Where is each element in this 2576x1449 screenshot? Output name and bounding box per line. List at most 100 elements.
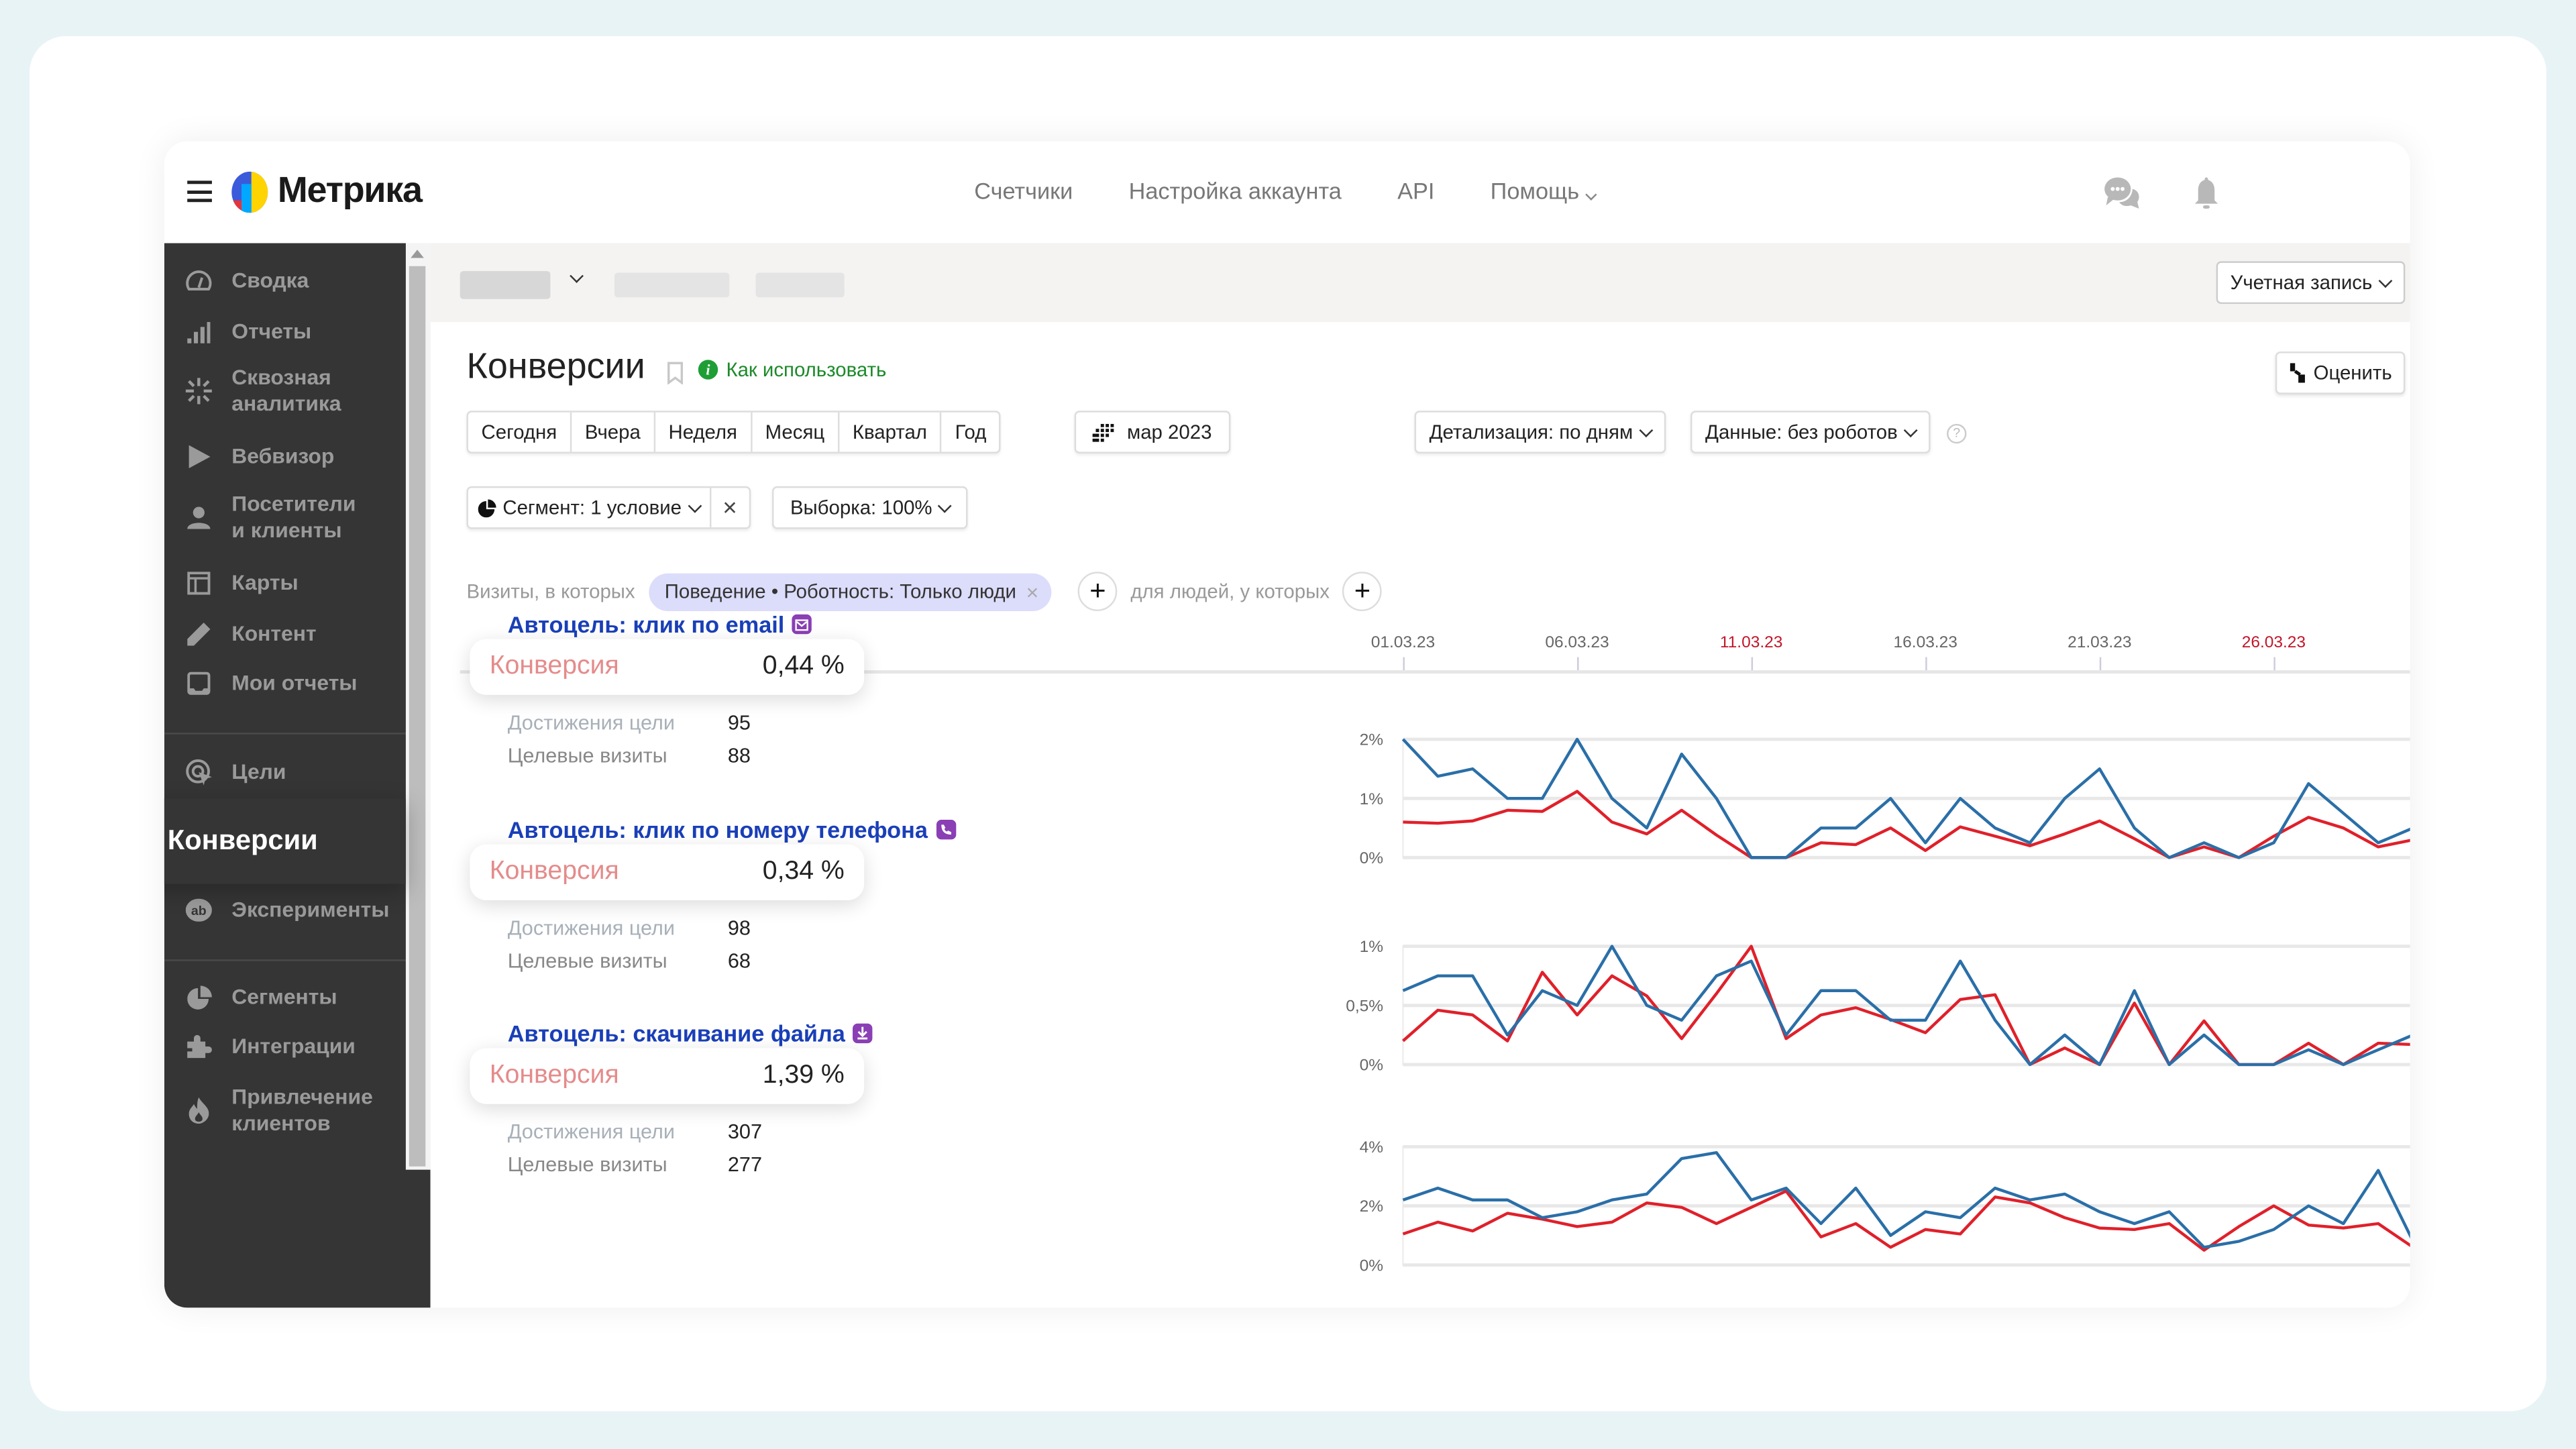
sidebar-item-segments[interactable]: Сегменты: [184, 982, 337, 1012]
sidebar-item-label: Цели: [231, 759, 286, 784]
how-to-use-link[interactable]: i Как использовать: [698, 358, 887, 382]
segment-control: Сегмент: 1 условие ×: [466, 486, 751, 529]
sidebar-item-visitors[interactable]: Посетители и клиенты: [184, 491, 363, 543]
date-picker[interactable]: мар 2023: [1076, 413, 1228, 452]
sidebar-item-webvisor[interactable]: Вебвизор: [184, 442, 334, 472]
map-layout-icon: [184, 568, 213, 598]
chevron-down-icon[interactable]: [570, 269, 584, 283]
clear-segment-close-icon[interactable]: ×: [711, 488, 749, 527]
conversion-line: [1402, 1189, 2410, 1252]
sidebar-item-content[interactable]: Контент: [184, 619, 317, 649]
conversion-value: 0,34 %: [762, 857, 845, 886]
goal-title-link[interactable]: Автоцель: клик по email: [508, 611, 812, 637]
goal-title: Автоцель: клик по email: [507, 611, 785, 638]
data-dropdown-button[interactable]: Данные: без роботов: [1692, 413, 1929, 452]
phone-icon: [936, 820, 956, 840]
scroll-up-icon[interactable]: [411, 250, 424, 258]
date-tick-label: 01.03.23: [1371, 634, 1436, 653]
period-yesterday[interactable]: Вчера: [572, 412, 655, 452]
sidebar-item-goals[interactable]: Цели: [184, 757, 286, 787]
sidebar-item-conversions-active[interactable]: % Конверсии: [164, 798, 406, 884]
detail-dropdown-button[interactable]: Детализация: по дням: [1416, 413, 1664, 452]
conversion-label: Конверсия: [489, 652, 619, 680]
sample-dropdown[interactable]: Выборка: 100%: [772, 486, 969, 529]
date-tick-mark: [2099, 657, 2102, 671]
filter-chip[interactable]: Поведение • Роботность: Только люди ×: [648, 572, 1052, 610]
sidebar-item-label: Привлечение клиентов: [231, 1084, 373, 1136]
left-axis-tick-label: 2%: [1360, 1197, 1383, 1216]
left-axis-tick-label: 0%: [1360, 849, 1383, 867]
goal-title-link[interactable]: Автоцель: скачивание файла: [508, 1020, 873, 1046]
chevron-down-icon: [938, 498, 953, 513]
date-tick-mark: [1751, 657, 1754, 671]
rate-button[interactable]: Оценить: [2275, 352, 2406, 394]
metric-label: Достижения цели: [507, 711, 676, 735]
help-icon[interactable]: ?: [1947, 423, 1967, 444]
sidebar-item-label: Посетители и клиенты: [231, 491, 356, 543]
segment-button[interactable]: Сегмент: 1 условие: [468, 488, 712, 528]
account-button[interactable]: Учетная запись: [2215, 261, 2406, 305]
goal-chart[interactable]: 0%01%42%8: [1170, 716, 2410, 881]
metrika-logo-icon[interactable]: [230, 171, 270, 214]
sidebar-item-label: Отчеты: [231, 319, 312, 343]
conversion-value: 1,39 %: [762, 1061, 845, 1089]
data-dropdown-label: Данные: без роботов: [1705, 420, 1898, 444]
date-tick-label: 16.03.23: [1893, 634, 1957, 653]
sidebar-item-my-reports[interactable]: Мои отчеты: [184, 669, 358, 698]
date-picker-label: мар 2023: [1127, 420, 1212, 444]
metric-label: Достижения цели: [507, 916, 676, 940]
add-visit-condition-plus-icon[interactable]: +: [1077, 572, 1118, 612]
data-dropdown[interactable]: Данные: без роботов: [1690, 411, 1931, 453]
nav-help[interactable]: Помощь: [1491, 177, 1598, 204]
sidebar: Сводка Отчеты Сквозная аналитика Вебвизо…: [164, 243, 431, 1308]
ab-test-icon: ab: [184, 896, 213, 925]
detail-dropdown[interactable]: Детализация: по дням: [1414, 411, 1666, 453]
date-picker-button[interactable]: мар 2023: [1074, 411, 1230, 453]
chevron-down-icon: [688, 498, 702, 513]
top-nav: Счетчики Настройка аккаунта API Помощь: [974, 177, 1598, 204]
page-title: Конверсии: [466, 345, 645, 386]
sidebar-item-label: Сегменты: [231, 983, 337, 1009]
sidebar-item-label: Карты: [231, 570, 299, 595]
sidebar-item-reports[interactable]: Отчеты: [184, 317, 311, 347]
nav-counters[interactable]: Счетчики: [974, 177, 1073, 203]
top-header: Метрика Счетчики Настройка аккаунта API …: [164, 141, 2410, 244]
dashboard-icon: [184, 266, 213, 296]
goal-title-link[interactable]: Автоцель: клик по номеру телефона: [508, 816, 956, 843]
nav-api[interactable]: API: [1397, 177, 1434, 203]
chat-icon[interactable]: [2103, 174, 2143, 214]
bookmark-icon[interactable]: [667, 362, 684, 385]
metric-value: 307: [727, 1120, 762, 1144]
period-year[interactable]: Год: [942, 413, 1000, 452]
sidebar-divider: [164, 959, 406, 961]
sidebar-item-experiments[interactable]: ab Эксперименты: [184, 896, 389, 925]
metric-row: Достижения цели 95: [507, 711, 751, 735]
counter-selector-blurred[interactable]: [460, 271, 551, 299]
scrollbar-thumb[interactable]: [409, 266, 426, 1167]
sidebar-scrollbar[interactable]: [405, 243, 431, 1170]
rate-button-label: Оценить: [2313, 361, 2392, 385]
add-people-condition-plus-icon[interactable]: +: [1342, 572, 1383, 612]
how-to-use-label: Как использовать: [726, 358, 887, 382]
period-quarter[interactable]: Квартал: [839, 412, 942, 452]
period-month[interactable]: Месяц: [752, 412, 840, 452]
nav-account-settings[interactable]: Настройка аккаунта: [1129, 177, 1342, 203]
goal-chart[interactable]: 0%00,5%41%8: [1170, 923, 2410, 1087]
metric-row: Целевые визиты 277: [508, 1153, 762, 1176]
bell-icon[interactable]: [2187, 174, 2226, 214]
sidebar-item-acquisition[interactable]: Привлечение клиентов: [184, 1084, 379, 1136]
sidebar-item-end-to-end[interactable]: Сквозная аналитика: [184, 365, 363, 417]
sample-dropdown-button[interactable]: Выборка: 100%: [773, 488, 967, 527]
burst-icon: [184, 376, 213, 406]
filter-chip-label: Поведение • Роботность: Только люди: [664, 580, 1016, 603]
period-today[interactable]: Сегодня: [468, 412, 572, 452]
period-week[interactable]: Неделя: [655, 412, 753, 452]
sidebar-item-summary[interactable]: Сводка: [184, 266, 309, 296]
remove-filter-close-icon[interactable]: ×: [1026, 579, 1039, 604]
menu-icon[interactable]: [187, 180, 212, 203]
info-icon: i: [698, 360, 718, 380]
goal-chart[interactable]: 0%02%104%20: [1170, 1124, 2410, 1288]
sidebar-item-maps[interactable]: Карты: [184, 568, 299, 598]
sidebar-item-integrations[interactable]: Интеграции: [184, 1032, 356, 1061]
metric-label: Целевые визиты: [507, 949, 667, 973]
